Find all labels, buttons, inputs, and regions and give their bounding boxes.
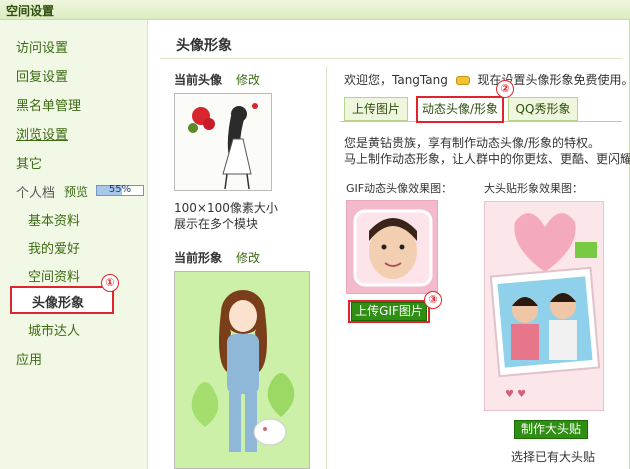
window-titlebar: 空间设置 [0, 0, 630, 20]
edit-avatar-link[interactable]: 修改 [236, 71, 260, 88]
sidebar-item-reply-settings[interactable]: 回复设置 [16, 66, 68, 85]
yellow-diamond-icon [455, 76, 470, 85]
sidebar-item-access-settings[interactable]: 访问设置 [16, 37, 68, 56]
current-image-label: 当前形象 [174, 251, 223, 265]
edit-image-link[interactable]: 修改 [236, 249, 260, 266]
current-avatar-image [174, 93, 272, 191]
sidebar-item-hobbies[interactable]: 我的爱好 [28, 238, 80, 257]
make-big-sticker-button[interactable]: 制作大头贴 [514, 420, 588, 439]
tab-upload-image[interactable]: 上传图片 [344, 97, 408, 121]
page-title: 头像形象 [176, 38, 232, 54]
profile-progress-text: 55% [108, 184, 132, 195]
window-title: 空间设置 [6, 4, 55, 18]
current-avatar-label: 当前头像 [174, 73, 223, 87]
sidebar-item-blacklist[interactable]: 黑名单管理 [16, 95, 81, 114]
upload-gif-button[interactable]: 上传GIF图片 [351, 302, 427, 321]
annotation-marker-2: ② [496, 80, 514, 98]
sidebar-item-avatar-image[interactable]: 头像形象 [10, 286, 114, 314]
title-divider [160, 58, 622, 59]
select-existing-sticker-link[interactable]: 选择已有大头贴 [511, 448, 595, 465]
big-sticker-preview-image: ♥ ♥ [484, 201, 604, 411]
avatar-display-caption: 展示在多个模块 [174, 217, 259, 231]
welcome-text: 欢迎您，TangTang 现在设置头像形象免费使用。 [344, 71, 630, 88]
column-divider [326, 66, 327, 469]
avatar-illustration [175, 94, 271, 190]
tab-animated-avatar[interactable]: 动态头像/形象 [416, 96, 504, 123]
gif-preview-image [346, 200, 438, 294]
tab-qqshow[interactable]: QQ秀形象 [508, 97, 578, 121]
sidebar-item-apps[interactable]: 应用 [16, 349, 42, 368]
profile-progress-bar: 55% [96, 184, 144, 196]
big-sticker-illustration: ♥ ♥ [485, 202, 603, 410]
current-image-figure [174, 271, 310, 469]
sidebar-item-basic-info[interactable]: 基本资料 [28, 210, 80, 229]
preview-link[interactable]: 预览 [64, 183, 88, 200]
svg-text:♥ ♥: ♥ ♥ [505, 389, 526, 400]
sidebar-item-profile[interactable]: 个人档 [16, 182, 55, 201]
sidebar-item-space-info[interactable]: 空间资料 [28, 266, 80, 285]
annotation-marker-1: ① [101, 274, 119, 292]
avatar-size-caption: 100×100像素大小 [174, 201, 278, 215]
welcome-prefix: 欢迎您，TangTang [344, 73, 448, 87]
sidebar-item-other[interactable]: 其它 [16, 153, 42, 172]
annotation-marker-3: ③ [424, 291, 442, 309]
sidebar-item-city-expert[interactable]: 城市达人 [28, 320, 80, 339]
promo-info-text: 马上制作动态形象，让人群中的你更炫、更酷、更闪耀! [344, 152, 630, 166]
sidebar-item-browse-settings[interactable]: 浏览设置 [16, 124, 68, 143]
upload-gif-highlight: 上传GIF图片 [348, 300, 430, 323]
big-sticker-preview-label: 大头贴形象效果图： [484, 182, 583, 195]
sidebar-item-avatar-image-label: 头像形象 [32, 296, 85, 311]
image-illustration [175, 272, 309, 468]
vip-info-text: 您是黄钻贵族，享有制作动态头像/形象的特权。 [344, 136, 601, 150]
gif-preview-label: GIF动态头像效果图： [346, 182, 453, 195]
gif-illustration [347, 201, 437, 293]
